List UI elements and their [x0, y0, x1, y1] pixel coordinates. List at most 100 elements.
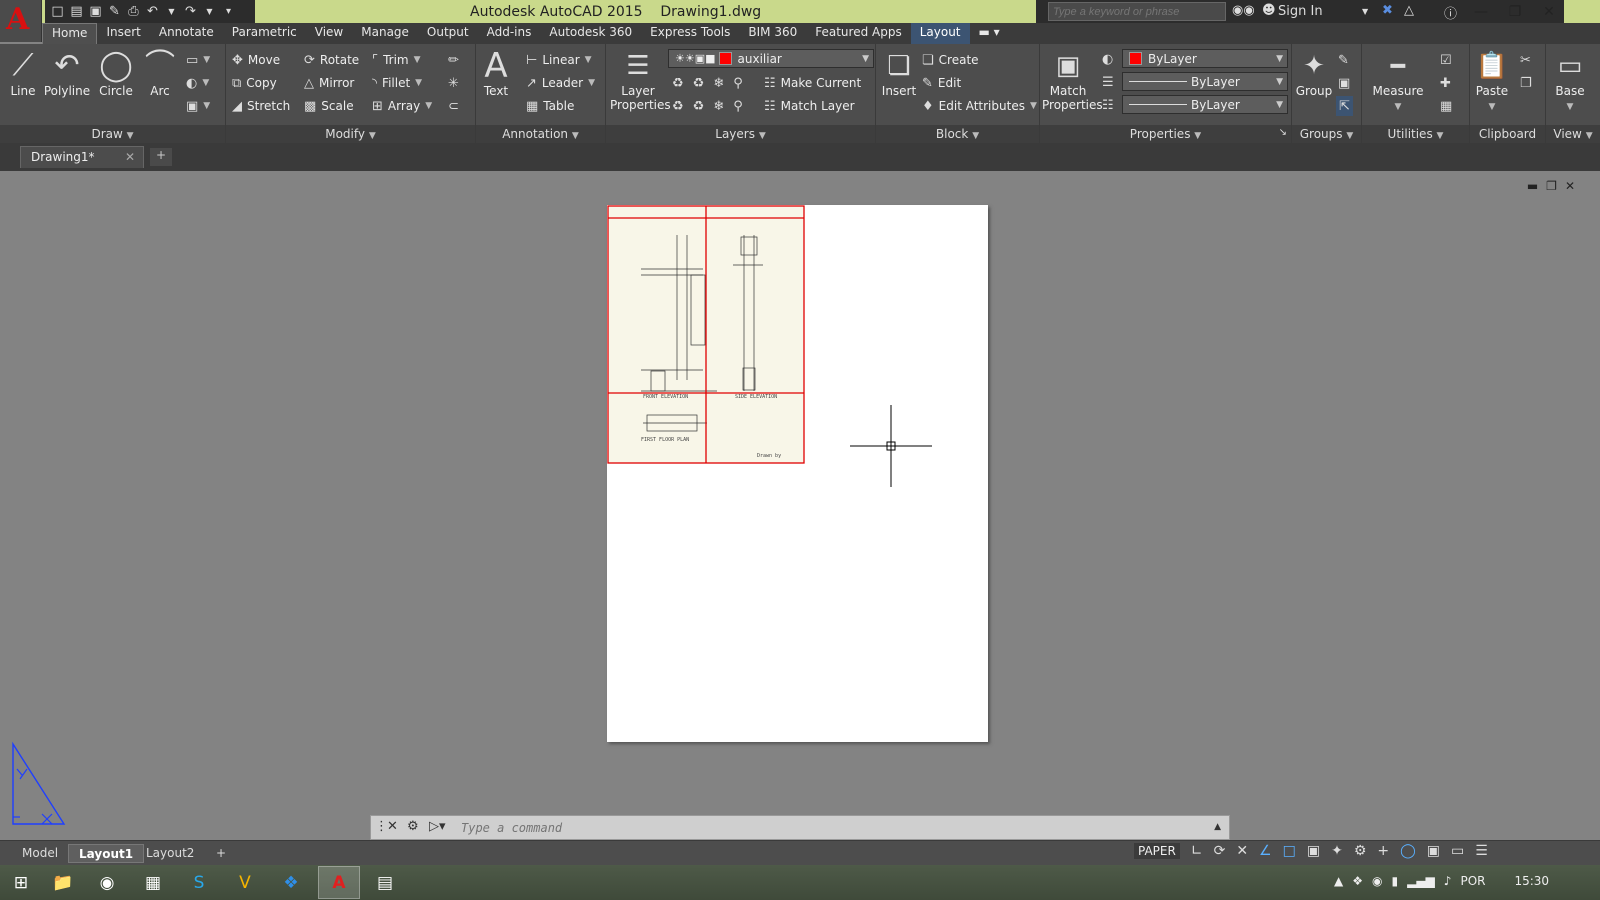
- lineweight-dropdown[interactable]: ByLayer ▼: [1122, 72, 1288, 91]
- id-point-button[interactable]: ✚: [1440, 73, 1451, 93]
- vlc-app-icon[interactable]: V: [224, 866, 266, 899]
- move-button[interactable]: ✥ Move: [232, 50, 280, 70]
- tray-overflow-icon[interactable]: ▲: [1334, 874, 1343, 888]
- trim-button[interactable]: ⌜ Trim ▼: [372, 50, 421, 70]
- command-input[interactable]: [461, 819, 1181, 837]
- object-snap-tracking-icon[interactable]: ∠: [1259, 843, 1272, 859]
- file-explorer-icon[interactable]: 📁: [42, 866, 84, 899]
- hatch-dropdown-icon[interactable]: ▼: [202, 78, 209, 88]
- sign-in-button[interactable]: Sign In: [1278, 4, 1323, 19]
- stretch-button[interactable]: ◢ Stretch: [232, 96, 290, 116]
- circle-button[interactable]: ◯ Circle: [96, 48, 136, 98]
- ortho-icon[interactable]: ∟: [1191, 843, 1203, 859]
- redo-dropdown-icon[interactable]: ▼: [202, 5, 217, 19]
- viewport-minimize-icon[interactable]: ▬: [1527, 179, 1538, 193]
- close-tab-icon[interactable]: ✕: [125, 150, 135, 164]
- polar-tracking-icon[interactable]: ⟳: [1214, 843, 1226, 859]
- region-dropdown-icon[interactable]: ▼: [203, 101, 210, 111]
- tab-autodesk-360[interactable]: Autodesk 360: [540, 23, 641, 44]
- binoculars-icon[interactable]: ◉◉: [1232, 3, 1255, 18]
- edit-block-button[interactable]: ✎ Edit: [922, 73, 961, 93]
- file-manager-icon[interactable]: ▤: [364, 866, 406, 899]
- application-menu-button[interactable]: A: [0, 0, 42, 42]
- close-icon[interactable]: ✕: [1532, 0, 1566, 23]
- layer-unlock-icon[interactable]: ⚲: [733, 99, 743, 114]
- object-snap-icon[interactable]: □: [1283, 843, 1296, 859]
- modify-panel-title[interactable]: Modify ▼: [226, 125, 475, 143]
- open-folder-icon[interactable]: ▤: [69, 4, 84, 19]
- tab-express-tools[interactable]: Express Tools: [641, 23, 739, 44]
- copy-clip-button[interactable]: ❐: [1520, 73, 1532, 93]
- layer-thaw-icon[interactable]: ❄: [713, 99, 724, 114]
- tab-add-ins[interactable]: Add-ins: [478, 23, 541, 44]
- restore-icon[interactable]: ❐: [1498, 0, 1532, 23]
- ungroup-button[interactable]: ✎: [1338, 50, 1349, 70]
- group-button[interactable]: ✦ Group: [1294, 48, 1334, 98]
- layer-unisolate-icon[interactable]: ♻: [693, 99, 705, 114]
- layer-lock-icon[interactable]: ⚲: [733, 76, 743, 91]
- layer-off-icon[interactable]: ♻: [672, 76, 684, 91]
- new-tab-button[interactable]: +: [150, 148, 172, 166]
- hatch-button[interactable]: ◐ ▼: [186, 73, 209, 93]
- make-current-button[interactable]: ☷ Make Current: [764, 73, 861, 93]
- tray-dropbox-icon[interactable]: ❖: [1352, 874, 1363, 888]
- rectangle-dropdown-icon[interactable]: ▼: [203, 55, 210, 65]
- chrome-icon[interactable]: ◉: [86, 866, 128, 899]
- layer-dropdown[interactable]: ☀☀▣■ auxiliar ▼: [668, 49, 874, 68]
- hardware-acceleration-icon[interactable]: ▣: [1427, 843, 1440, 859]
- edit-attributes-dropdown-icon[interactable]: ▼: [1030, 101, 1037, 111]
- draw-panel-title[interactable]: Draw ▼: [0, 125, 225, 143]
- line-button[interactable]: ⟋ Line: [6, 48, 40, 98]
- linetype-dropdown[interactable]: ByLayer ▼: [1122, 95, 1288, 114]
- measure-button[interactable]: ━ Measure ▼: [1366, 48, 1430, 114]
- tray-power-icon[interactable]: ▮: [1391, 874, 1398, 888]
- tab-layout[interactable]: Layout: [910, 23, 970, 44]
- tab-bim-360[interactable]: BIM 360: [739, 23, 806, 44]
- group-edit-button[interactable]: ▣: [1338, 73, 1350, 93]
- utilities-panel-title[interactable]: Utilities ▼: [1362, 125, 1469, 143]
- cut-button[interactable]: ✂: [1520, 50, 1531, 70]
- tab-home[interactable]: Home: [42, 23, 98, 44]
- command-history-icon[interactable]: ▲: [1214, 822, 1221, 832]
- viewport-restore-icon[interactable]: ❐: [1546, 179, 1557, 193]
- tab-insert[interactable]: Insert: [97, 23, 149, 44]
- copy-button[interactable]: ⧉ Copy: [232, 73, 277, 93]
- offset-button[interactable]: ⊂: [448, 96, 459, 116]
- redo-icon[interactable]: ↷: [183, 4, 198, 19]
- tab-featured-apps[interactable]: Featured Apps: [806, 23, 910, 44]
- layers-panel-title[interactable]: Layers ▼: [606, 125, 875, 143]
- polyline-button[interactable]: ↶ Polyline: [42, 48, 92, 98]
- dropbox-icon[interactable]: ❖: [270, 866, 312, 899]
- layer-isolate-icon[interactable]: ♻: [693, 76, 705, 91]
- table-button[interactable]: ▦ Table: [526, 96, 574, 116]
- block-panel-title[interactable]: Block ▼: [876, 125, 1039, 143]
- undo-dropdown-icon[interactable]: ▼: [164, 5, 179, 19]
- tab-manage[interactable]: Manage: [352, 23, 418, 44]
- trim-dropdown-icon[interactable]: ▼: [414, 55, 421, 65]
- annotation-monitor-icon[interactable]: +: [1377, 843, 1389, 859]
- scale-button[interactable]: ▩ Scale: [304, 96, 354, 116]
- tray-language[interactable]: POR: [1460, 874, 1485, 888]
- tray-clock[interactable]: 15:30: [1514, 874, 1549, 888]
- tab-model[interactable]: Model: [12, 844, 68, 863]
- undo-icon[interactable]: ↶: [145, 4, 160, 19]
- command-close-icon[interactable]: ✕: [387, 819, 398, 834]
- base-view-button[interactable]: ▭ Base ▼: [1550, 48, 1590, 114]
- properties-panel-title[interactable]: Properties ▼ ↘: [1040, 125, 1291, 143]
- tray-signal-icon[interactable]: ▂▄▆: [1407, 874, 1435, 888]
- match-properties-button[interactable]: ▣ Match Properties: [1042, 48, 1103, 112]
- annotation-scale-icon[interactable]: ▣: [1307, 843, 1320, 859]
- save-icon[interactable]: ▣: [88, 4, 103, 19]
- groups-panel-title[interactable]: Groups ▼: [1292, 125, 1361, 143]
- tray-volume-icon[interactable]: ♪: [1444, 874, 1452, 888]
- tab-layout1[interactable]: Layout1: [68, 844, 145, 863]
- calculator-button[interactable]: ▦: [1440, 96, 1452, 116]
- windows-start-icon[interactable]: ⊞: [0, 866, 42, 899]
- arc-button[interactable]: ⌒ Arc: [142, 48, 178, 98]
- skype-icon[interactable]: S: [178, 866, 220, 899]
- fillet-button[interactable]: ◝ Fillet ▼: [372, 73, 422, 93]
- rotate-button[interactable]: ⟳ Rotate: [304, 50, 359, 70]
- tab-parametric[interactable]: Parametric: [223, 23, 306, 44]
- mirror-button[interactable]: △ Mirror: [304, 73, 354, 93]
- region-button[interactable]: ▣ ▼: [186, 96, 210, 116]
